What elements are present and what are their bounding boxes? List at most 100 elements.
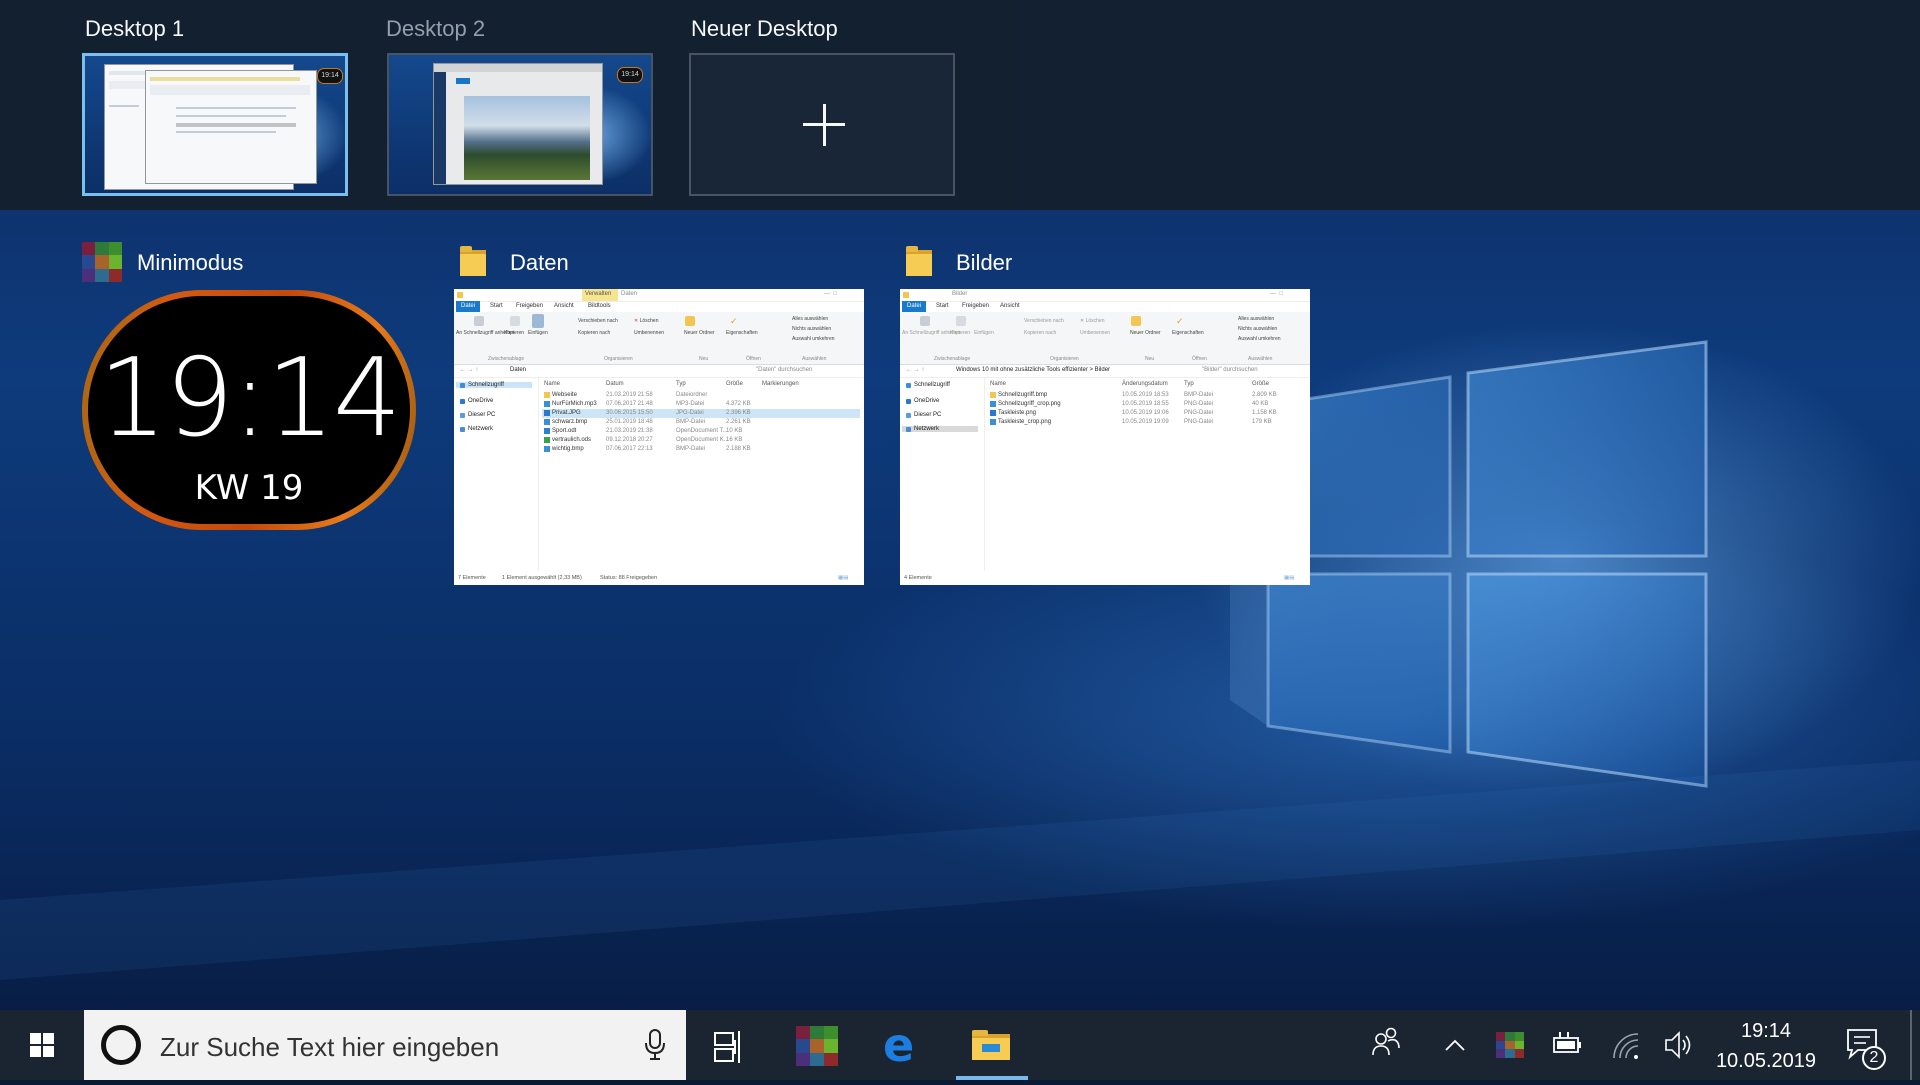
select-all-button[interactable]: Alles auswählen: [1238, 316, 1274, 322]
file-icon: [544, 428, 550, 434]
start-button[interactable]: [0, 1010, 84, 1080]
column-date[interactable]: Datum: [606, 381, 624, 387]
minimodus-tray-icon[interactable]: [1496, 1010, 1526, 1080]
new-desktop-button[interactable]: [689, 53, 955, 196]
paste-button-label[interactable]: Einfügen: [974, 330, 994, 336]
task-view-button[interactable]: [686, 1010, 770, 1080]
copy-button-label[interactable]: Kopieren: [504, 330, 524, 336]
nav-quick-access[interactable]: Schnellzugriff: [456, 382, 532, 388]
file-row[interactable]: Taskleiste.png 10.05.2019 19:06 PNG-Datei 1…: [988, 409, 1306, 418]
people-button[interactable]: [1370, 1010, 1400, 1080]
view-toggle-icon[interactable]: ▦▤: [1284, 575, 1294, 581]
microphone-icon[interactable]: [644, 1028, 666, 1062]
select-none-button[interactable]: Nichts auswählen: [792, 326, 831, 332]
file-row[interactable]: schwarz.bmp 25.01.2019 18:48 BMP-Datei 2.26…: [542, 418, 860, 427]
file-row[interactable]: vertraulich.ods 09.12.2018 20:27 OpenDocum…: [542, 436, 860, 445]
file-row[interactable]: Schnellzugriff.bmp 10.05.2019 18:53 BMP-Da…: [988, 391, 1306, 400]
new-folder-button[interactable]: Neuer Ordner: [684, 330, 715, 336]
move-to-button[interactable]: Verschieben nach: [1024, 318, 1064, 324]
search-input[interactable]: Zur Suche Text hier eingeben: [160, 1032, 499, 1063]
tab-file[interactable]: Datei: [456, 301, 481, 312]
nav-onedrive[interactable]: OneDrive: [906, 398, 939, 404]
delete-button[interactable]: ✕ Löschen: [634, 318, 659, 324]
file-size: 2.188 KB: [726, 446, 751, 452]
nav-this-pc[interactable]: Dieser PC: [460, 412, 495, 418]
column-date[interactable]: Änderungsdatum: [1122, 381, 1168, 387]
clock-widget[interactable]: 19:14 KW 19: [82, 290, 416, 530]
status-bar: 4 Elemente ▦▤: [900, 571, 1310, 585]
view-toggle-icon[interactable]: ▦▤: [838, 575, 848, 581]
desktop-2-thumbnail[interactable]: 19:14: [387, 53, 653, 196]
properties-button[interactable]: Eigenschaften: [726, 330, 758, 336]
column-name[interactable]: Name: [544, 381, 560, 387]
nav-network[interactable]: Netzwerk: [902, 426, 978, 432]
file-row[interactable]: Schnellzugriff_crop.png 10.05.2019 18:55 P…: [988, 400, 1306, 409]
checkmark-icon: ✓: [730, 316, 738, 326]
delete-button[interactable]: ✕ Löschen: [1080, 318, 1105, 324]
column-size[interactable]: Größe: [726, 381, 743, 387]
edge-taskbar-button[interactable]: e: [860, 1010, 944, 1080]
search-field[interactable]: "Daten" durchsuchen: [756, 367, 812, 373]
taskbar-date: 10.05.2019: [1715, 1050, 1817, 1072]
tab-share[interactable]: Freigeben: [516, 303, 543, 309]
invert-selection-button[interactable]: Auswahl umkehren: [792, 336, 835, 342]
action-center-button[interactable]: [1846, 1010, 1890, 1080]
file-date: 09.12.2018 20:27: [606, 437, 653, 443]
address-bar[interactable]: ← → ↑ Windows 10 mit ohne zusätzliche To…: [900, 365, 1310, 378]
new-desktop-label: Neuer Desktop: [691, 16, 838, 41]
explorer-thumbnail-bilder[interactable]: Bilder — □ Datei Start Freigeben Ansicht…: [900, 289, 1310, 585]
file-row[interactable]: Taskleiste_crop.png 10.05.2019 19:09 PNG-D…: [988, 418, 1306, 427]
file-row[interactable]: wichtig.bmp 07.06.2017 22:13 BMP-Datei 2.18…: [542, 445, 860, 454]
select-all-button[interactable]: Alles auswählen: [792, 316, 828, 322]
file-row[interactable]: NurFürMich.mp3 07.06.2017 21:48 MP3-Datei 4…: [542, 400, 860, 409]
rename-button[interactable]: Umbenennen: [1080, 330, 1110, 336]
paste-button-label[interactable]: Einfügen: [528, 330, 548, 336]
search-box[interactable]: Zur Suche Text hier eingeben: [84, 1010, 686, 1080]
nav-this-pc[interactable]: Dieser PC: [906, 412, 941, 418]
taskbar-clock[interactable]: 19:14 10.05.2019: [1690, 1010, 1842, 1080]
column-type[interactable]: Typ: [1184, 381, 1194, 387]
properties-button[interactable]: Eigenschaften: [1172, 330, 1204, 336]
copy-to-button[interactable]: Kopieren nach: [578, 330, 610, 336]
file-list: Name Änderungsdatum Typ Größe Schnellzug…: [988, 378, 1306, 571]
address-bar[interactable]: ← → ↑ Daten "Daten" durchsuchen: [454, 365, 864, 378]
search-field[interactable]: "Bilder" durchsuchen: [1202, 367, 1258, 373]
column-name[interactable]: Name: [990, 381, 1006, 387]
nav-quick-access[interactable]: Schnellzugriff: [906, 382, 950, 388]
move-to-button[interactable]: Verschieben nach: [578, 318, 618, 324]
show-desktop-button[interactable]: [1910, 1010, 1912, 1080]
network-button[interactable]: [1610, 1010, 1640, 1080]
file-row[interactable]: Webseite 21.03.2019 21:58 Dateiordner: [542, 391, 860, 400]
file-type: BMP-Datei: [676, 419, 706, 425]
file-row[interactable]: Sport.odt 21.03.2019 21:38 OpenDocument T.…: [542, 427, 860, 436]
file-explorer-taskbar-button[interactable]: [956, 1010, 1028, 1080]
tab-view[interactable]: Ansicht: [1000, 303, 1020, 309]
tab-picture-tools[interactable]: Bildtools: [588, 303, 611, 309]
copy-to-button[interactable]: Kopieren nach: [1024, 330, 1056, 336]
desktop-1-thumbnail[interactable]: 19:14: [82, 53, 348, 196]
copy-button-label[interactable]: Kopieren: [950, 330, 970, 336]
invert-selection-button[interactable]: Auswahl umkehren: [1238, 336, 1281, 342]
tab-home[interactable]: Start: [490, 303, 503, 309]
minimodus-taskbar-button[interactable]: [776, 1010, 860, 1080]
rename-button[interactable]: Umbenennen: [634, 330, 664, 336]
battery-button[interactable]: [1550, 1010, 1584, 1080]
mini-clock-gadget-2: 19:14: [617, 67, 643, 83]
nav-onedrive[interactable]: OneDrive: [460, 398, 493, 404]
file-size: 16 KB: [726, 437, 743, 443]
tab-home[interactable]: Start: [936, 303, 949, 309]
column-size[interactable]: Größe: [1252, 381, 1269, 387]
tab-file[interactable]: Datei: [902, 301, 927, 312]
column-type[interactable]: Typ: [676, 381, 686, 387]
explorer-thumbnail-daten[interactable]: Verwalten Daten — □ Datei Start Freigebe…: [454, 289, 864, 585]
select-none-button[interactable]: Nichts auswählen: [1238, 326, 1277, 332]
tab-view[interactable]: Ansicht: [554, 303, 574, 309]
file-row[interactable]: Privat.JPG 30.06.2015 15:50 JPG-Datei 2.396…: [542, 409, 860, 418]
new-folder-button[interactable]: Neuer Ordner: [1130, 330, 1161, 336]
window-title: Minimodus: [137, 250, 244, 275]
cortana-icon[interactable]: [101, 1025, 141, 1065]
column-tags[interactable]: Markierungen: [762, 381, 799, 387]
nav-network[interactable]: Netzwerk: [460, 426, 493, 432]
tab-share[interactable]: Freigeben: [962, 303, 989, 309]
show-hidden-icons-button[interactable]: [1440, 1010, 1470, 1080]
